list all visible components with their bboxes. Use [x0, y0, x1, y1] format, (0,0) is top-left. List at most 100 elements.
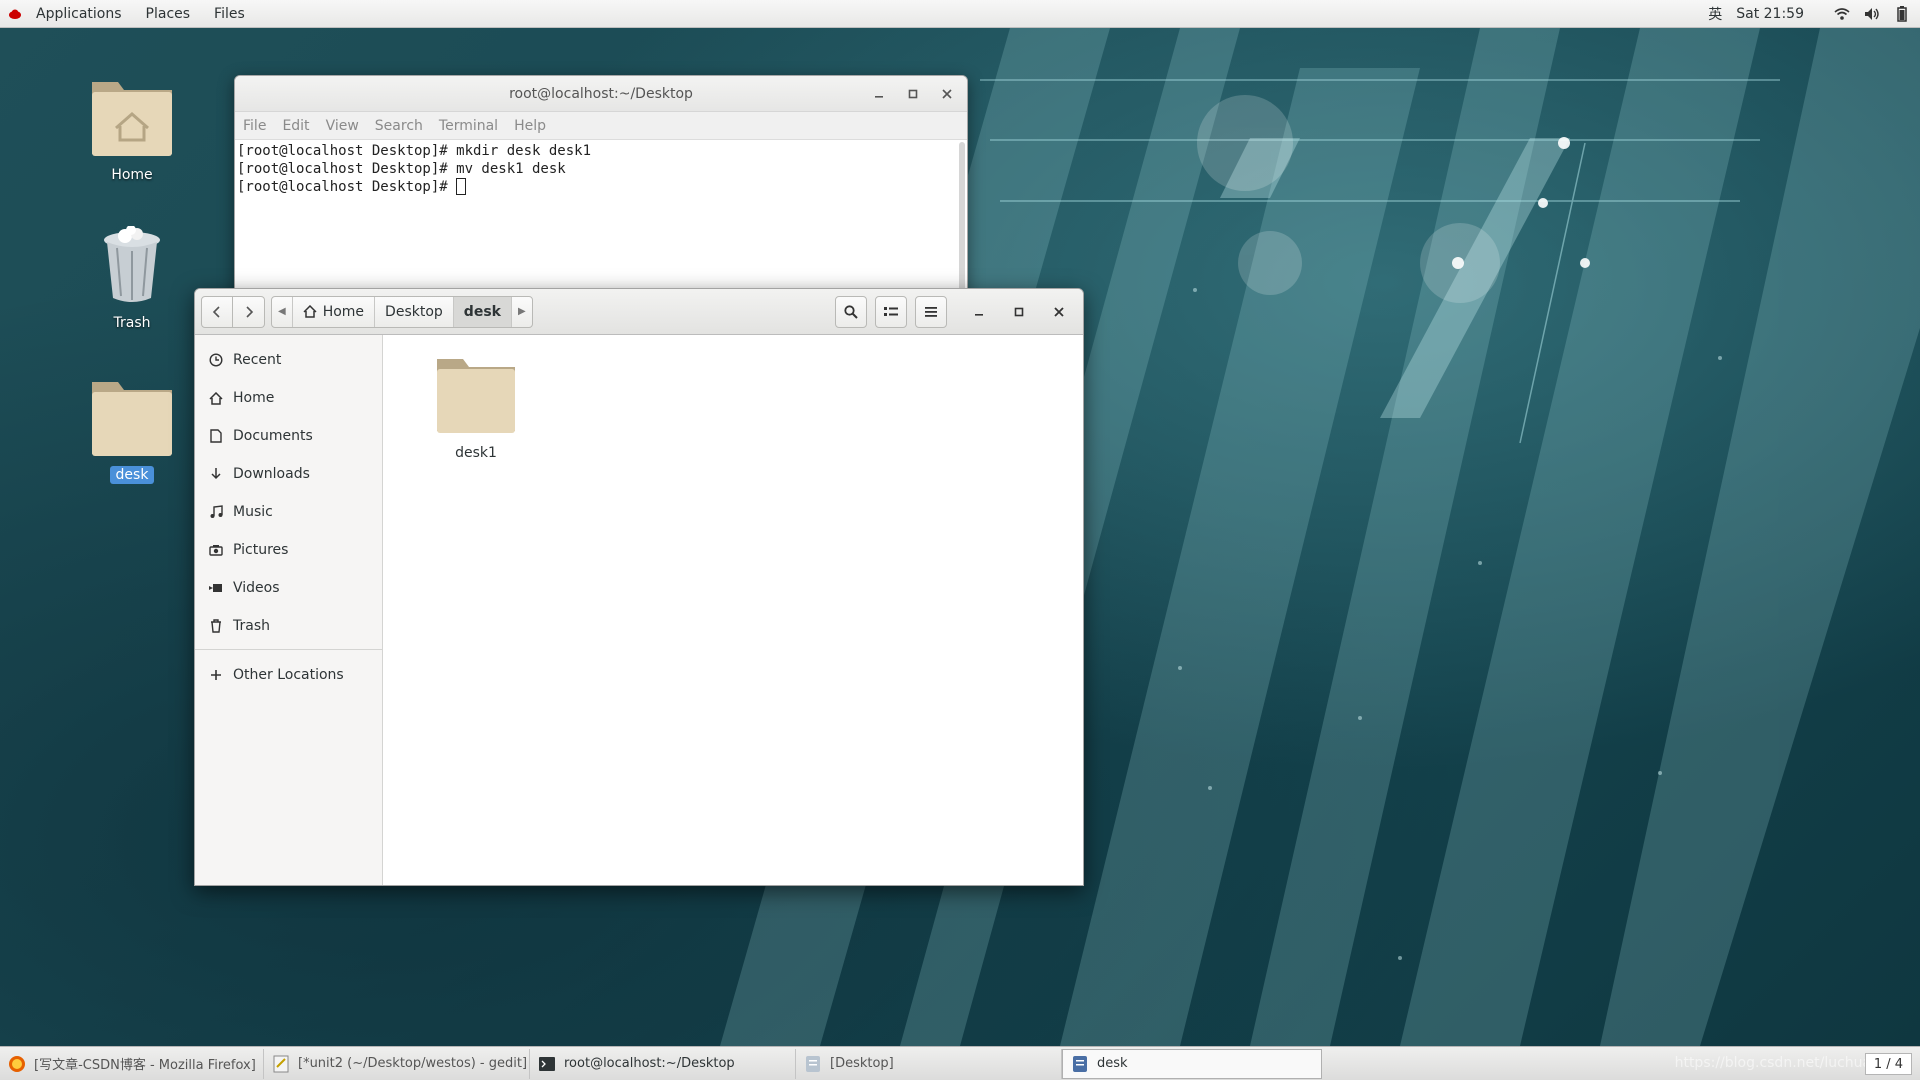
folder-item-label: desk1	[455, 445, 497, 461]
path-segment-label: Desktop	[385, 303, 443, 320]
clock[interactable]: Sat 21:59	[1736, 6, 1804, 22]
firefox-icon	[8, 1055, 26, 1073]
desktop-icon-label: Home	[111, 167, 153, 183]
task-desktop-files[interactable]: [Desktop]	[796, 1048, 1062, 1079]
sidebar-item-home[interactable]: Home	[195, 379, 382, 417]
sidebar-item-label: Recent	[233, 352, 282, 368]
task-label: [*unit2 (~/Desktop/westos) - gedit]	[298, 1056, 528, 1071]
music-icon	[209, 505, 223, 519]
sidebar-item-pictures[interactable]: Pictures	[195, 531, 382, 569]
home-icon	[303, 305, 317, 318]
terminal-window[interactable]: root@localhost:~/Desktop File Edit View …	[234, 75, 968, 305]
folder-icon	[92, 382, 172, 456]
maximize-button[interactable]	[1005, 298, 1033, 326]
sidebar-item-trash[interactable]: Trash	[195, 607, 382, 645]
search-button[interactable]	[835, 295, 867, 328]
back-button[interactable]	[201, 295, 233, 328]
task-gedit[interactable]: [*unit2 (~/Desktop/westos) - gedit]	[264, 1048, 530, 1079]
chevron-right-icon	[245, 305, 253, 318]
folder-item[interactable]: desk1	[421, 351, 531, 461]
task-label: [写文章-CSDN博客 - Mozilla Firefox]	[34, 1058, 256, 1073]
close-button[interactable]	[933, 80, 961, 108]
menu-edit[interactable]: Edit	[282, 118, 309, 134]
applications-menu[interactable]: Applications	[24, 0, 134, 28]
desktop-icon-label: desk	[109, 466, 155, 484]
menu-search[interactable]: Search	[375, 118, 423, 134]
file-view[interactable]: desk1	[383, 335, 1083, 885]
task-desk-files[interactable]: desk	[1062, 1048, 1322, 1079]
sidebar-item-label: Videos	[233, 580, 280, 596]
terminal-titlebar[interactable]: root@localhost:~/Desktop	[235, 76, 967, 112]
sidebar-item-recent[interactable]: Recent	[195, 341, 382, 379]
path-segment-desktop[interactable]: Desktop	[375, 296, 454, 327]
sidebar-item-label: Music	[233, 504, 273, 520]
task-terminal[interactable]: root@localhost:~/Desktop	[530, 1048, 796, 1079]
close-button[interactable]	[1045, 298, 1073, 326]
task-label: root@localhost:~/Desktop	[564, 1056, 735, 1071]
minimize-button[interactable]	[865, 80, 893, 108]
home-folder-icon	[92, 82, 172, 156]
desktop-icon-home[interactable]: Home	[77, 72, 187, 184]
home-icon	[209, 391, 223, 405]
sidebar-item-videos[interactable]: Videos	[195, 569, 382, 607]
terminal-line: [root@localhost Desktop]#	[237, 179, 457, 195]
workspace-indicator[interactable]: 1 / 4	[1864, 1053, 1912, 1075]
files-menu[interactable]: Files	[202, 0, 257, 28]
sidebar-item-label: Downloads	[233, 466, 310, 482]
path-scroll-left-button[interactable]: ◀	[272, 296, 293, 327]
desktop-icon-desk[interactable]: desk	[77, 372, 187, 484]
plus-icon	[209, 668, 223, 682]
minimize-icon	[975, 313, 983, 316]
menu-help[interactable]: Help	[514, 118, 546, 134]
terminal-menubar: File Edit View Search Terminal Help	[235, 112, 967, 140]
places-menu[interactable]: Places	[134, 0, 203, 28]
menu-button[interactable]	[915, 295, 947, 328]
menu-terminal[interactable]: Terminal	[439, 118, 498, 134]
path-segment-desk[interactable]: desk	[453, 296, 512, 327]
sidebar-item-downloads[interactable]: Downloads	[195, 455, 382, 493]
top-bar: Applications Places Files 英 Sat 21:59	[0, 0, 1920, 28]
volume-icon[interactable]	[1864, 6, 1880, 22]
sidebar-item-other-locations[interactable]: Other Locations	[195, 656, 382, 694]
terminal-icon	[538, 1055, 556, 1073]
close-icon	[942, 89, 952, 99]
sidebar-item-label: Pictures	[233, 542, 289, 558]
text-cursor	[456, 178, 467, 195]
minimize-button[interactable]	[965, 298, 993, 326]
sidebar-item-label: Documents	[233, 428, 313, 444]
forward-button[interactable]	[233, 295, 265, 328]
input-method-indicator[interactable]: 英	[1708, 4, 1722, 24]
sidebar-item-music[interactable]: Music	[195, 493, 382, 531]
terminal-console[interactable]: [root@localhost Desktop]# mkdir desk des…	[235, 140, 967, 304]
view-toggle-button[interactable]	[875, 295, 907, 328]
document-icon	[209, 429, 223, 443]
menu-file[interactable]: File	[243, 118, 266, 134]
terminal-scrollbar[interactable]	[959, 142, 965, 304]
battery-icon[interactable]	[1894, 5, 1910, 22]
maximize-icon	[908, 89, 918, 99]
window-title: root@localhost:~/Desktop	[509, 85, 693, 102]
file-manager-headerbar: ◀ Home Desktop desk ▶	[195, 289, 1083, 335]
close-icon	[1054, 306, 1064, 317]
video-icon	[209, 581, 223, 595]
maximize-button[interactable]	[899, 80, 927, 108]
path-segment-label: desk	[463, 303, 501, 320]
wifi-icon[interactable]	[1834, 6, 1850, 22]
sidebar-item-documents[interactable]: Documents	[195, 417, 382, 455]
folder-icon	[437, 359, 515, 433]
redhat-logo-icon	[8, 7, 22, 21]
menu-view[interactable]: View	[326, 118, 359, 134]
sidebar-item-label: Home	[233, 390, 275, 406]
sidebar-item-label: Trash	[233, 618, 270, 634]
desktop-icon-trash[interactable]: Trash	[77, 225, 187, 332]
path-scroll-right-button[interactable]: ▶	[512, 297, 532, 327]
files-icon	[804, 1055, 822, 1073]
task-label: desk	[1097, 1056, 1128, 1071]
file-manager-window[interactable]: ◀ Home Desktop desk ▶ Recent Home Docume…	[194, 288, 1084, 886]
gedit-icon	[272, 1055, 290, 1073]
terminal-line: [root@localhost Desktop]# mkdir desk des…	[237, 143, 592, 159]
task-firefox[interactable]: [写文章-CSDN博客 - Mozilla Firefox]	[0, 1048, 264, 1079]
path-segment-home[interactable]: Home	[293, 296, 376, 327]
camera-icon	[209, 543, 223, 557]
task-label: [Desktop]	[830, 1056, 894, 1071]
